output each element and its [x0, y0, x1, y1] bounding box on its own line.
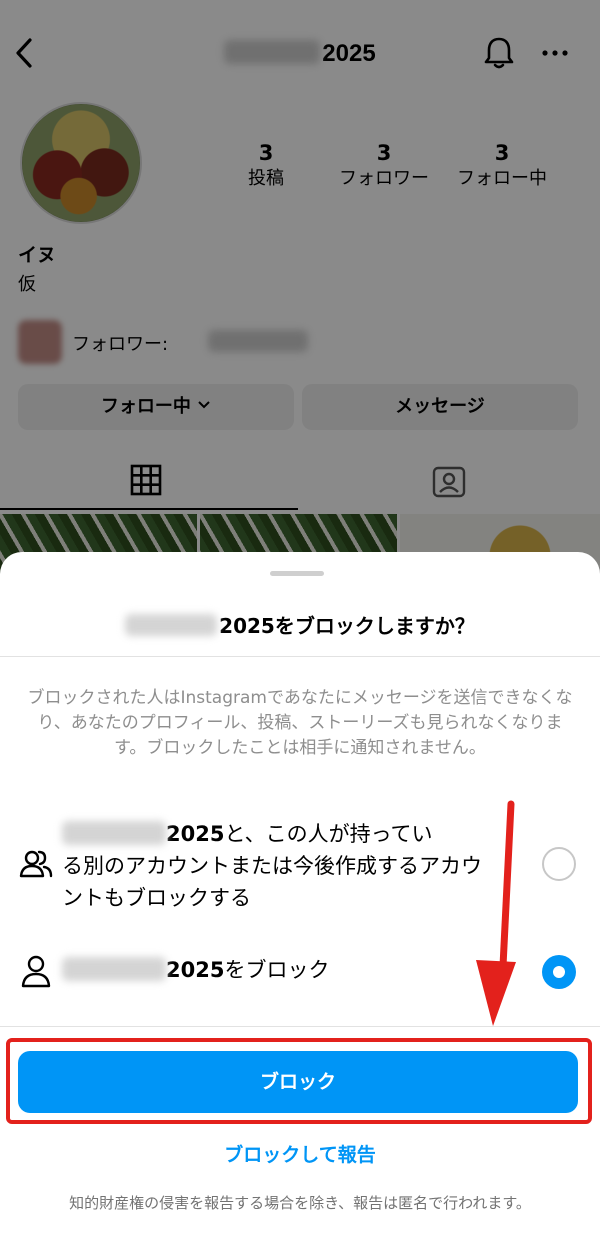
- person-icon: [21, 955, 51, 988]
- block-and-report-link[interactable]: ブロックして報告: [0, 1140, 600, 1167]
- sheet-grabber[interactable]: [270, 571, 324, 576]
- sheet-title: 2025をブロックしますか？: [0, 610, 600, 639]
- option-this-account-text: 2025をブロック: [62, 954, 329, 986]
- blurred-username: [62, 957, 166, 981]
- divider: [0, 656, 600, 657]
- people-icon: [19, 850, 53, 878]
- radio-all-accounts[interactable]: [542, 847, 576, 881]
- annotation-highlight-box: [6, 1038, 592, 1124]
- block-description: ブロックされた人はInstagramであなたにメッセージを送信できなくなり、あな…: [27, 688, 573, 758]
- blurred-username: [62, 821, 166, 845]
- annotation-arrow-icon: [476, 800, 516, 1026]
- anonymous-report-note: 知的財産権の侵害を報告する場合を除き、報告は匿名で行われます。: [69, 1194, 531, 1212]
- blurred-username: [125, 614, 218, 636]
- option-all-accounts-text: 2025と、この人が持ってい る別のアカウントまたは今後作成するアカウントもブロッ…: [62, 821, 482, 910]
- radio-this-account[interactable]: [542, 955, 576, 989]
